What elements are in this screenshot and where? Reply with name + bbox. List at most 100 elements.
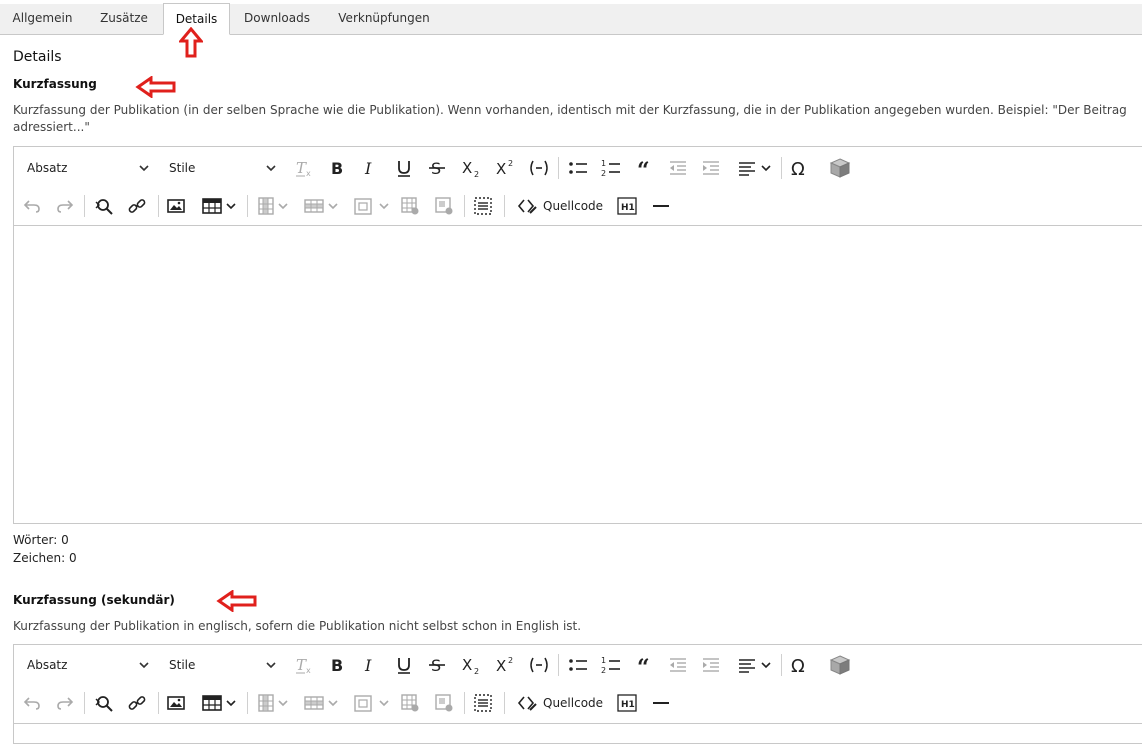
rich-text-editor-kurzfassung-sekundaer[interactable]: Absatz Stile Tx B I S X2 [13,644,1142,744]
toolbar-separator [558,654,559,676]
special-characters-icon[interactable]: Ω [788,652,812,678]
special-characters-icon[interactable]: Ω [788,155,812,181]
toolbar-separator [464,692,465,714]
insert-table-dropdown[interactable] [200,193,240,219]
redo-icon[interactable] [54,193,76,219]
styles-dropdown[interactable]: Stile [169,652,276,678]
superscript-icon[interactable]: X2 [494,652,518,678]
merge-cells-dropdown[interactable] [351,690,393,716]
italic-icon[interactable]: I [359,155,381,181]
image-icon[interactable] [165,690,187,716]
find-replace-icon[interactable] [93,690,115,716]
superscript-icon[interactable]: X2 [494,155,518,181]
bulleted-list-icon[interactable] [566,155,590,181]
outdent-icon[interactable] [667,652,689,678]
remove-format-icon[interactable]: Tx [292,155,314,181]
bulleted-list-icon[interactable] [566,652,590,678]
subscript-icon[interactable]: X2 [460,155,484,181]
chevron-down-icon [266,662,276,669]
annotation-left-arrow [216,590,257,612]
paragraph-format-dropdown[interactable]: Absatz [27,652,149,678]
blockquote-icon[interactable]: “ [634,155,656,181]
section-title: Details [13,49,62,65]
field-description-kurzfassung-sekundaer: Kurzfassung der Publikation in englisch,… [13,619,582,633]
tab-allgemein[interactable]: Allgemein [0,4,85,34]
tab-bar: Allgemein Zusätze Details Downloads Verk… [0,0,1142,35]
table-row-dropdown[interactable] [302,193,344,219]
svg-text:1: 1 [601,159,606,168]
svg-text:“: “ [637,655,650,675]
redo-icon[interactable] [54,690,76,716]
numbered-list-icon[interactable]: 12 [599,155,623,181]
text-alignment-dropdown[interactable] [736,652,774,678]
link-icon[interactable] [126,193,148,219]
page-break-icon[interactable] [472,690,494,716]
text-alignment-dropdown[interactable] [736,155,774,181]
rich-text-editor-kurzfassung[interactable]: Absatz Stile Tx B I S X2 [13,146,1142,524]
editor-content-area[interactable] [14,226,1142,523]
source-code-label: Quellcode [543,199,604,213]
table-column-dropdown[interactable] [254,690,294,716]
strikethrough-icon[interactable]: S [426,155,448,181]
svg-text:2: 2 [601,666,606,675]
paragraph-format-value: Absatz [27,161,68,175]
indent-icon[interactable] [700,652,722,678]
subscript-icon[interactable]: X2 [460,652,484,678]
blockquote-icon[interactable]: “ [634,652,656,678]
numbered-list-icon[interactable]: 12 [599,652,623,678]
tab-verknuepfungen[interactable]: Verknüpfungen [324,4,444,34]
toolbar-row-1: Absatz Stile Tx B I S X2 [14,646,1142,682]
cell-properties-icon[interactable] [433,193,455,219]
undo-icon[interactable] [21,193,43,219]
link-icon[interactable] [126,690,148,716]
toolbar-separator [84,692,85,714]
merge-cells-dropdown[interactable] [351,193,393,219]
italic-icon[interactable]: I [359,652,381,678]
undo-icon[interactable] [21,690,43,716]
tab-zusaetze[interactable]: Zusätze [86,4,162,34]
annotation-left-arrow [135,76,176,98]
source-code-button[interactable]: Quellcode [516,193,606,219]
indent-icon[interactable] [700,155,722,181]
bold-icon[interactable]: B [326,652,348,678]
page-break-icon[interactable] [472,193,494,219]
horizontal-line-icon[interactable] [650,690,672,716]
table-properties-icon[interactable] [399,690,421,716]
styles-dropdown[interactable]: Stile [169,155,276,181]
remove-format-icon[interactable]: Tx [292,652,314,678]
cell-properties-icon[interactable] [433,690,455,716]
code-icon[interactable] [527,155,551,181]
bold-icon[interactable]: B [326,155,348,181]
svg-text:2: 2 [601,169,606,178]
source-code-label: Quellcode [543,696,604,710]
table-properties-icon[interactable] [399,193,421,219]
toolbar-separator [781,654,782,676]
chevron-down-icon [139,165,149,172]
styles-value: Stile [169,161,196,175]
heading-h1-button[interactable]: H1 [615,193,639,219]
cube-icon[interactable] [827,652,853,678]
svg-text:Ω: Ω [791,159,805,178]
table-column-dropdown[interactable] [254,193,294,219]
outdent-icon[interactable] [667,155,689,181]
strikethrough-icon[interactable]: S [426,652,448,678]
svg-text:2: 2 [474,667,479,675]
find-replace-icon[interactable] [93,193,115,219]
toolbar-separator [558,157,559,179]
table-row-dropdown[interactable] [302,690,344,716]
underline-icon[interactable] [393,652,415,678]
paragraph-format-dropdown[interactable]: Absatz [27,155,149,181]
underline-icon[interactable] [393,155,415,181]
image-icon[interactable] [165,193,187,219]
svg-text:X: X [496,160,506,178]
source-code-button[interactable]: Quellcode [516,690,606,716]
svg-text:B: B [331,159,343,178]
horizontal-line-icon[interactable] [650,193,672,219]
cube-icon[interactable] [827,155,853,181]
heading-h1-button[interactable]: H1 [615,690,639,716]
code-icon[interactable] [527,652,551,678]
insert-table-dropdown[interactable] [200,690,240,716]
tab-downloads[interactable]: Downloads [231,4,323,34]
toolbar-row-2: Quellcode H1 [14,684,1142,720]
field-description-kurzfassung: Kurzfassung der Publikation (in der selb… [13,103,1127,134]
